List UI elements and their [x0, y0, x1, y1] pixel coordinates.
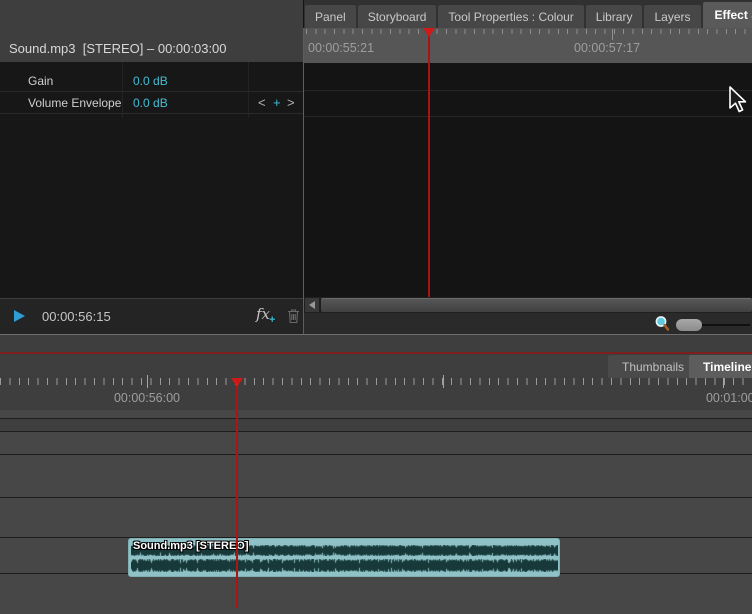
timeline-playhead-line[interactable] — [236, 383, 238, 608]
timeline-ruler-label: 00:01:00:00 — [705, 391, 752, 405]
effect-stack-sound-panel: Sound.mp3 [STEREO] – 00:00:03:00 Gain 0.… — [0, 0, 303, 334]
effect-timeline-panel: Panel Storyboard Tool Properties : Colou… — [304, 0, 752, 334]
ruler-label-right: 00:00:57:17 — [574, 41, 641, 55]
volume-envelope-value[interactable]: 0.0 dB — [133, 96, 168, 110]
envelope-add-button[interactable]: + — [273, 95, 281, 110]
play-button[interactable] — [14, 310, 25, 322]
sound-clip-title: Sound.mp3 [STEREO] – 00:00:03:00 — [9, 41, 227, 56]
ruler-label-left: 00:00:55:21 — [308, 41, 375, 55]
timeline-section: Thumbnails Timeline 00:00:56:00 00:01:00… — [0, 352, 752, 614]
track-line — [304, 90, 752, 91]
top-section: Sound.mp3 [STEREO] – 00:00:03:00 Gain 0.… — [0, 0, 752, 334]
app-window: Sound.mp3 [STEREO] – 00:00:03:00 Gain 0.… — [0, 0, 752, 614]
tab-timeline[interactable]: Timeline — [689, 355, 752, 378]
delete-effect-button[interactable] — [287, 308, 300, 329]
major-tick — [147, 375, 148, 388]
trash-icon — [288, 309, 299, 324]
timeline-playhead-marker[interactable] — [231, 378, 243, 387]
scrollbar-thumb[interactable] — [321, 298, 752, 312]
fx-icon: fx — [256, 305, 271, 323]
tab-effect-stack[interactable]: Effect Stack — [702, 2, 752, 28]
transport-timecode: 00:00:56:15 — [42, 309, 111, 324]
volume-envelope-label: Volume Envelope — [28, 96, 122, 110]
plus-badge-icon: + — [269, 314, 276, 326]
horizontal-scrollbar[interactable] — [304, 297, 752, 313]
volume-envelope-row: Volume Envelope 0.0 dB < + > — [0, 92, 303, 114]
ruler-ticks — [0, 378, 752, 385]
tab-tool-properties[interactable]: Tool Properties : Colour — [438, 5, 584, 28]
playhead-line[interactable] — [428, 30, 430, 297]
effect-properties-area: Gain 0.0 dB Volume Envelope 0.0 dB < + > — [0, 62, 303, 298]
tab-thumbnails[interactable]: Thumbnails — [608, 355, 699, 378]
envelope-prev-button[interactable]: < — [258, 95, 266, 110]
audio-clip-label: Sound.mp3 [STEREO] — [133, 540, 249, 552]
effect-ruler[interactable]: 00:00:55:21 00:00:57:17 — [304, 28, 752, 63]
gain-row: Gain 0.0 dB — [0, 70, 303, 92]
envelope-next-button[interactable]: > — [287, 95, 295, 110]
major-tick — [443, 375, 444, 388]
tab-library[interactable]: Library — [585, 5, 643, 28]
audio-clip[interactable]: Sound.mp3 [STEREO] — [128, 538, 560, 577]
major-tick — [612, 29, 613, 40]
panel-tab-bar: Panel Storyboard Tool Properties : Colou… — [304, 0, 752, 28]
tab-layers[interactable]: Layers — [644, 5, 701, 28]
gain-label: Gain — [28, 74, 54, 88]
gain-value[interactable]: 0.0 dB — [133, 74, 168, 88]
track-row — [0, 419, 752, 431]
tab-storyboard[interactable]: Storyboard — [357, 5, 437, 28]
zoom-slider-handle[interactable] — [676, 319, 702, 331]
scrollbar-left-arrow[interactable] — [305, 298, 319, 312]
add-effect-button[interactable]: fx + — [256, 305, 280, 329]
waveform-bottom — [131, 559, 558, 572]
section-gap — [0, 335, 752, 352]
zoom-bar — [304, 313, 752, 334]
ruler-ticks — [306, 29, 752, 34]
panel-splitter[interactable] — [303, 28, 304, 334]
transport-bar: 00:00:56:15 fx + — [0, 298, 303, 334]
tab-panel[interactable]: Panel — [305, 5, 356, 28]
timeline-ruler-label: 00:00:56:00 — [113, 391, 181, 405]
playhead-marker[interactable] — [423, 28, 435, 37]
track-line — [0, 497, 752, 498]
effect-track-area — [304, 63, 752, 297]
track-line — [0, 431, 752, 432]
track-line — [0, 454, 752, 455]
mouse-cursor-icon — [729, 86, 749, 119]
track-line — [304, 116, 752, 117]
